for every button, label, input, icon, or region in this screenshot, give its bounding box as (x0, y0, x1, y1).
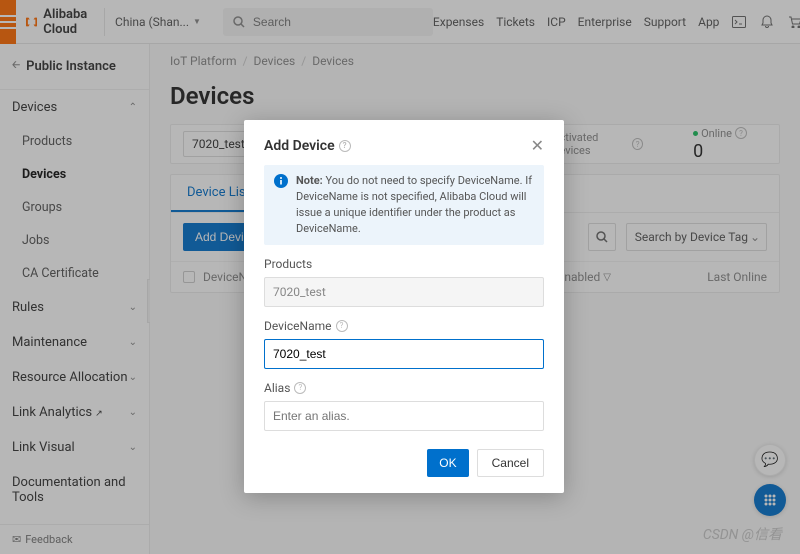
help-icon[interactable]: ? (336, 320, 348, 332)
products-value: 7020_test (264, 277, 544, 307)
alias-label: Alias (264, 381, 290, 395)
add-device-modal: Add Device? ✕ Note: You do not need to s… (244, 120, 564, 493)
watermark: CSDN @信看 (703, 524, 782, 544)
help-icon[interactable]: ? (294, 382, 306, 394)
ok-button[interactable]: OK (427, 449, 468, 477)
modal-title: Add Device? (264, 138, 351, 154)
field-alias: Alias? (264, 381, 544, 431)
cancel-button[interactable]: Cancel (477, 449, 544, 477)
field-devicename: DeviceName? (264, 319, 544, 369)
products-label: Products (264, 257, 544, 271)
close-icon[interactable]: ✕ (531, 136, 544, 155)
devicename-input[interactable] (264, 339, 544, 369)
field-products: Products 7020_test (264, 257, 544, 307)
help-icon[interactable]: ? (339, 140, 351, 152)
info-notice: Note: You do not need to specify DeviceN… (264, 165, 544, 245)
info-icon (274, 174, 288, 188)
alias-input[interactable] (264, 401, 544, 431)
devicename-label: DeviceName (264, 319, 332, 333)
